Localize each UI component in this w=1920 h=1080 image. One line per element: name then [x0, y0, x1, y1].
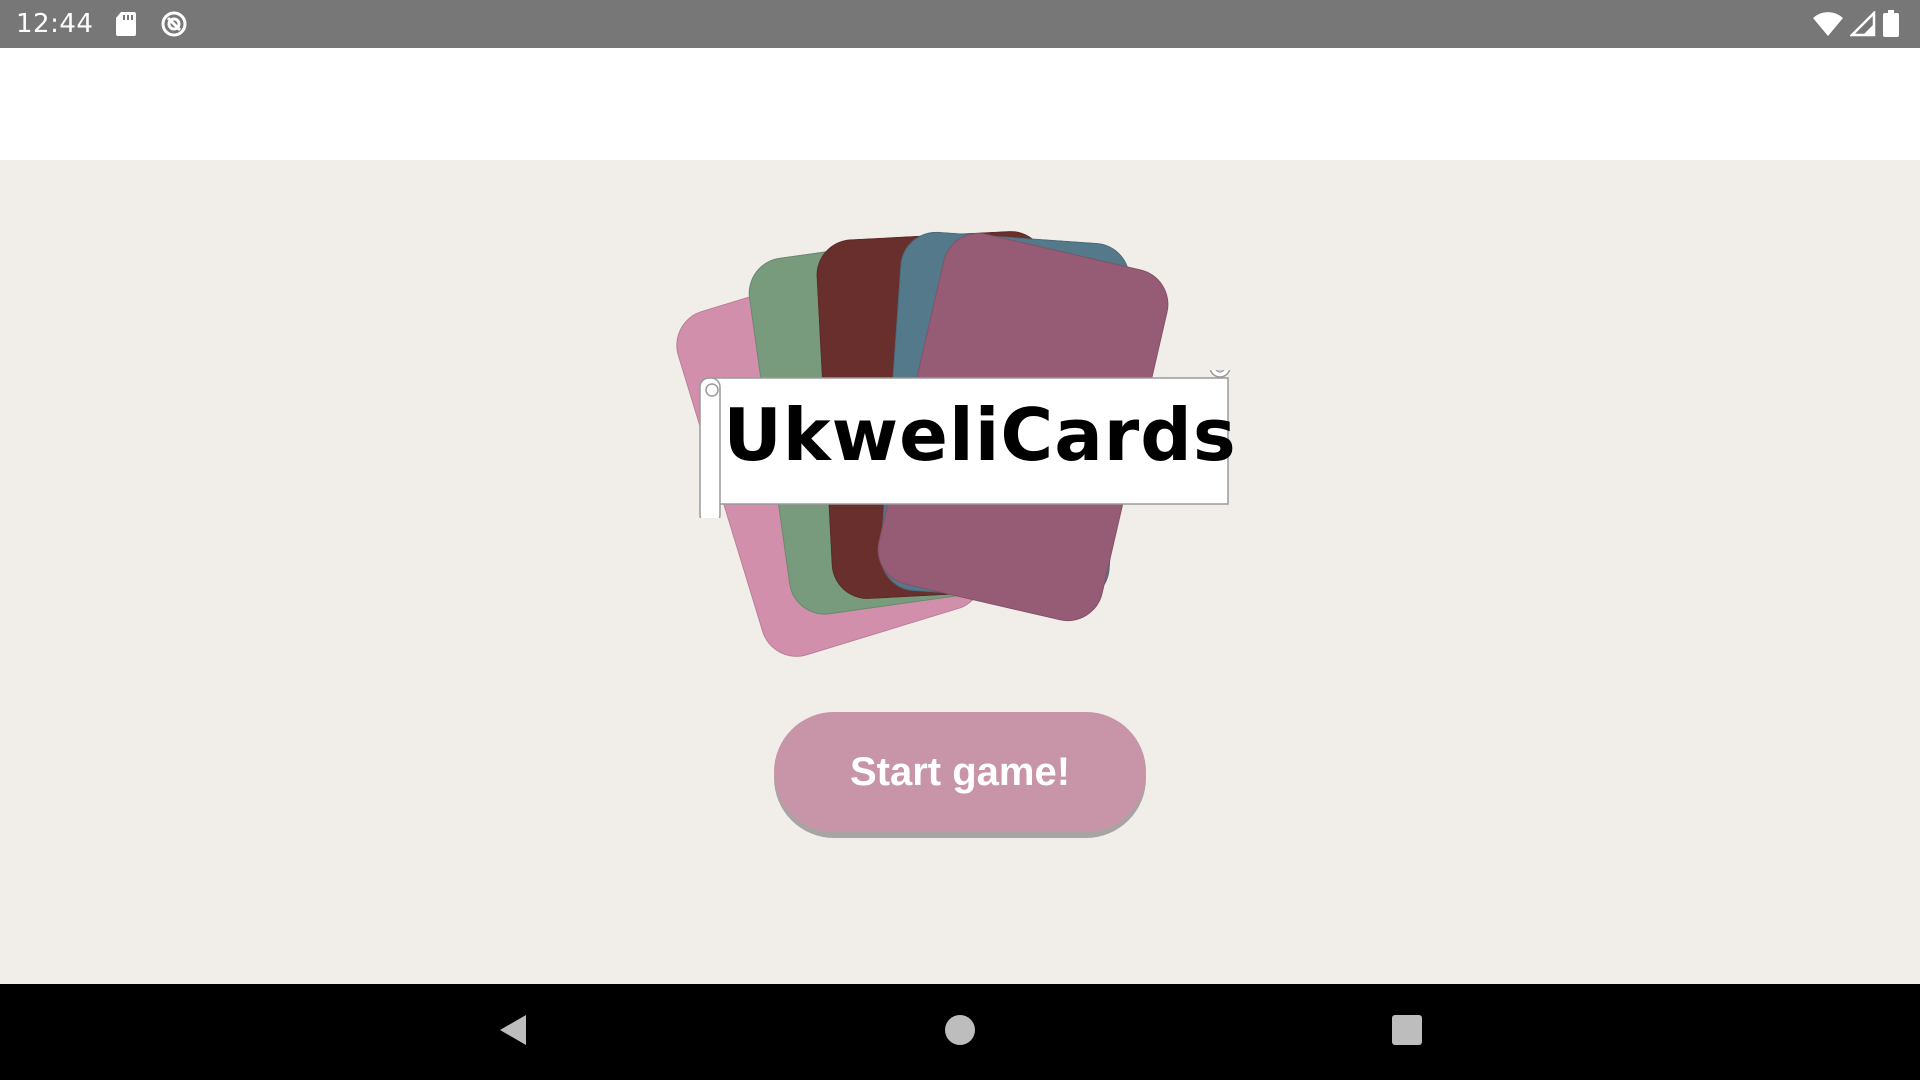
nav-home-button[interactable] — [920, 992, 1000, 1072]
title-banner: UkweliCards — [698, 370, 1237, 518]
battery-icon — [1882, 10, 1900, 38]
wifi-icon — [1812, 11, 1844, 37]
data-saver-icon — [159, 9, 189, 39]
status-right — [1812, 10, 1900, 38]
status-time: 12:44 — [16, 9, 94, 39]
system-nav-bar — [0, 984, 1920, 1080]
sd-card-icon — [115, 11, 137, 37]
signal-icon — [1850, 11, 1876, 37]
nav-back-button[interactable] — [473, 992, 553, 1072]
status-bar: 12:44 — [0, 0, 1920, 48]
app-bar — [0, 48, 1920, 160]
app-title: UkweliCards — [723, 393, 1237, 477]
status-left: 12:44 — [16, 9, 189, 39]
home-icon — [944, 1014, 976, 1051]
back-icon — [498, 1013, 528, 1052]
recents-icon — [1391, 1014, 1422, 1050]
nav-recents-button[interactable] — [1367, 992, 1447, 1072]
start-game-button[interactable]: Start game! — [774, 712, 1146, 832]
